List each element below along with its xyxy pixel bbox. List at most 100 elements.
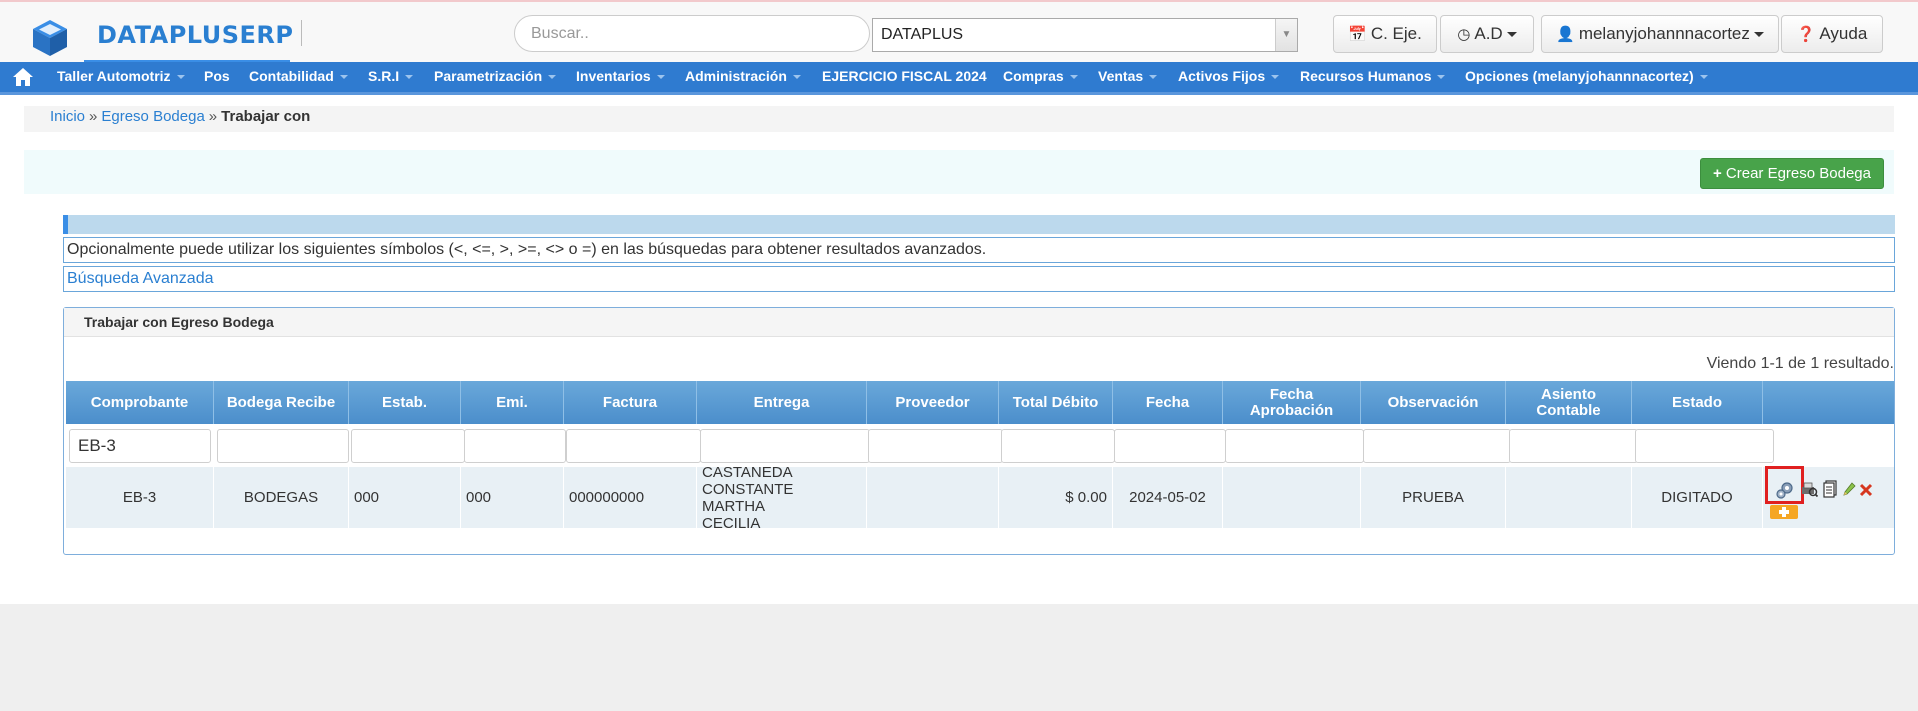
column-header-fecha-aprobacion[interactable]: Fecha Aprobación: [1223, 381, 1361, 424]
cube-logo-icon: [33, 20, 67, 56]
column-header-total-debito[interactable]: Total Débito: [999, 381, 1113, 424]
column-header-asiento-contable[interactable]: Asiento Contable: [1506, 381, 1632, 424]
caret-down-icon: [792, 75, 801, 80]
cell-observacion: PRUEBA: [1361, 467, 1506, 528]
ejercicio-button[interactable]: 📅 C. Eje.: [1333, 15, 1437, 53]
menu-parametrizacion[interactable]: Parametrización: [434, 62, 557, 95]
breadcrumb-section-link[interactable]: Egreso Bodega: [101, 108, 204, 125]
breadcrumb-home-link[interactable]: Inicio: [50, 108, 85, 125]
column-header-emi[interactable]: Emi.: [461, 381, 564, 424]
cell-emi: 000: [461, 467, 564, 528]
filter-factura[interactable]: [566, 429, 701, 463]
menu-activos-fijos[interactable]: Activos Fijos: [1178, 62, 1280, 95]
menu-ejercicio-fiscal[interactable]: EJERCICIO FISCAL 2024: [822, 62, 987, 95]
filter-comprobante[interactable]: EB-3: [69, 429, 211, 463]
column-header-fecha[interactable]: Fecha: [1113, 381, 1223, 424]
header-divider: [301, 20, 302, 46]
column-header-actions: [1763, 381, 1894, 424]
main-menu: Taller Automotriz Pos Contabilidad S.R.I…: [0, 62, 1918, 95]
ad-button[interactable]: ◷ A.D: [1440, 15, 1534, 53]
caret-down-icon: [1271, 75, 1280, 80]
menu-label: EJERCICIO FISCAL 2024: [822, 68, 987, 84]
column-header-observacion[interactable]: Observación: [1361, 381, 1506, 424]
menu-label: Administración: [685, 68, 787, 84]
user-menu-button[interactable]: 👤 melanyjohannnacortez: [1541, 15, 1779, 53]
filter-bodega-recibe[interactable]: [217, 429, 349, 463]
filter-proveedor[interactable]: [868, 429, 1003, 463]
menu-label: Activos Fijos: [1178, 68, 1266, 84]
menu-label: Pos: [204, 68, 230, 84]
column-header-proveedor[interactable]: Proveedor: [867, 381, 999, 424]
filter-estab[interactable]: [351, 429, 465, 463]
caret-down-icon: [548, 75, 557, 80]
company-select-value: DATAPLUS: [881, 26, 964, 43]
filter-observacion[interactable]: [1363, 429, 1511, 463]
delete-icon[interactable]: [1859, 480, 1873, 498]
generate-icon[interactable]: [1775, 480, 1795, 500]
add-icon[interactable]: [1770, 505, 1798, 519]
company-select[interactable]: DATAPLUS ▼: [872, 18, 1298, 52]
menu-pos[interactable]: Pos: [204, 62, 230, 95]
menu-administracion[interactable]: Administración: [685, 62, 801, 95]
filter-row: EB-3: [66, 424, 1894, 467]
brand-name[interactable]: DATAPLUSERP: [97, 21, 293, 49]
edit-icon[interactable]: [1842, 480, 1856, 498]
filter-fecha-aprobacion[interactable]: [1225, 429, 1364, 463]
create-button-label: Crear Egreso Bodega: [1725, 165, 1871, 182]
advanced-search-link[interactable]: Búsqueda Avanzada: [63, 266, 1895, 292]
column-header-estab[interactable]: Estab.: [349, 381, 461, 424]
column-header-factura[interactable]: Factura: [564, 381, 697, 424]
caret-down-icon: [1437, 75, 1446, 80]
search-print-icon[interactable]: [1800, 480, 1818, 498]
menu-sri[interactable]: S.R.I: [368, 62, 414, 95]
help-button[interactable]: ❓ Ayuda: [1781, 15, 1883, 53]
info-strip: [63, 215, 1895, 234]
column-header-entrega[interactable]: Entrega: [697, 381, 867, 424]
menu-opciones[interactable]: Opciones (melanyjohannnacortez): [1465, 62, 1708, 95]
filter-fecha[interactable]: [1114, 429, 1226, 463]
caret-down-icon: [176, 75, 185, 80]
calendar-icon: 📅: [1348, 26, 1367, 43]
filter-emi[interactable]: [464, 429, 566, 463]
column-header-estado[interactable]: Estado: [1632, 381, 1763, 424]
table-row[interactable]: EB-3 BODEGAS 000 000 000000000 CASTANEDA…: [66, 464, 1894, 532]
cell-estab: 000: [349, 467, 461, 528]
menu-compras[interactable]: Compras: [1003, 62, 1078, 95]
menu-contabilidad[interactable]: Contabilidad: [249, 62, 348, 95]
menu-taller-automotriz[interactable]: Taller Automotriz: [57, 62, 185, 95]
menu-label: Recursos Humanos: [1300, 68, 1432, 84]
menu-ventas[interactable]: Ventas: [1098, 62, 1158, 95]
menu-label: Taller Automotriz: [57, 68, 171, 84]
column-header-bodega-recibe[interactable]: Bodega Recibe: [214, 381, 349, 424]
menu-label: Contabilidad: [249, 68, 334, 84]
filter-entrega[interactable]: [700, 429, 870, 463]
menu-inventarios[interactable]: Inventarios: [576, 62, 665, 95]
breadcrumb-separator: »: [89, 108, 98, 125]
dropdown-arrow-icon[interactable]: ▼: [1275, 19, 1297, 51]
document-icon[interactable]: [1822, 480, 1840, 498]
filter-estado[interactable]: [1635, 429, 1774, 463]
cell-estado: DIGITADO: [1632, 467, 1763, 528]
menu-label: Compras: [1003, 68, 1064, 84]
caret-down-icon: [1699, 75, 1708, 80]
menu-label: Ventas: [1098, 68, 1144, 84]
caret-down-icon: [405, 75, 414, 80]
top-header: DATAPLUSERP Buscar.. DATAPLUS ▼ 📅 C. Eje.…: [0, 0, 1918, 63]
breadcrumb-separator: »: [208, 108, 218, 125]
egreso-bodega-panel: Trabajar con Egreso Bodega Viendo 1-1 de…: [63, 307, 1895, 555]
ad-button-label: A.D: [1474, 24, 1503, 43]
menu-recursos-humanos[interactable]: Recursos Humanos: [1300, 62, 1446, 95]
breadcrumb: Inicio» Egreso Bodega» Trabajar con: [24, 106, 1894, 132]
filter-total-debito[interactable]: [1001, 429, 1115, 463]
caret-down-icon: [1506, 32, 1517, 38]
filter-asiento-contable[interactable]: [1509, 429, 1638, 463]
home-icon[interactable]: [12, 66, 34, 88]
global-search-input[interactable]: Buscar..: [514, 15, 870, 52]
brand-logo[interactable]: [30, 14, 70, 62]
results-summary: Viendo 1-1 de 1 resultado.: [1706, 355, 1894, 372]
caret-down-icon: [656, 75, 665, 80]
action-bar: + Crear Egreso Bodega: [24, 150, 1894, 194]
create-egreso-bodega-button[interactable]: + Crear Egreso Bodega: [1699, 158, 1884, 189]
menu-label: Parametrización: [434, 68, 543, 84]
column-header-comprobante[interactable]: Comprobante: [66, 381, 214, 424]
